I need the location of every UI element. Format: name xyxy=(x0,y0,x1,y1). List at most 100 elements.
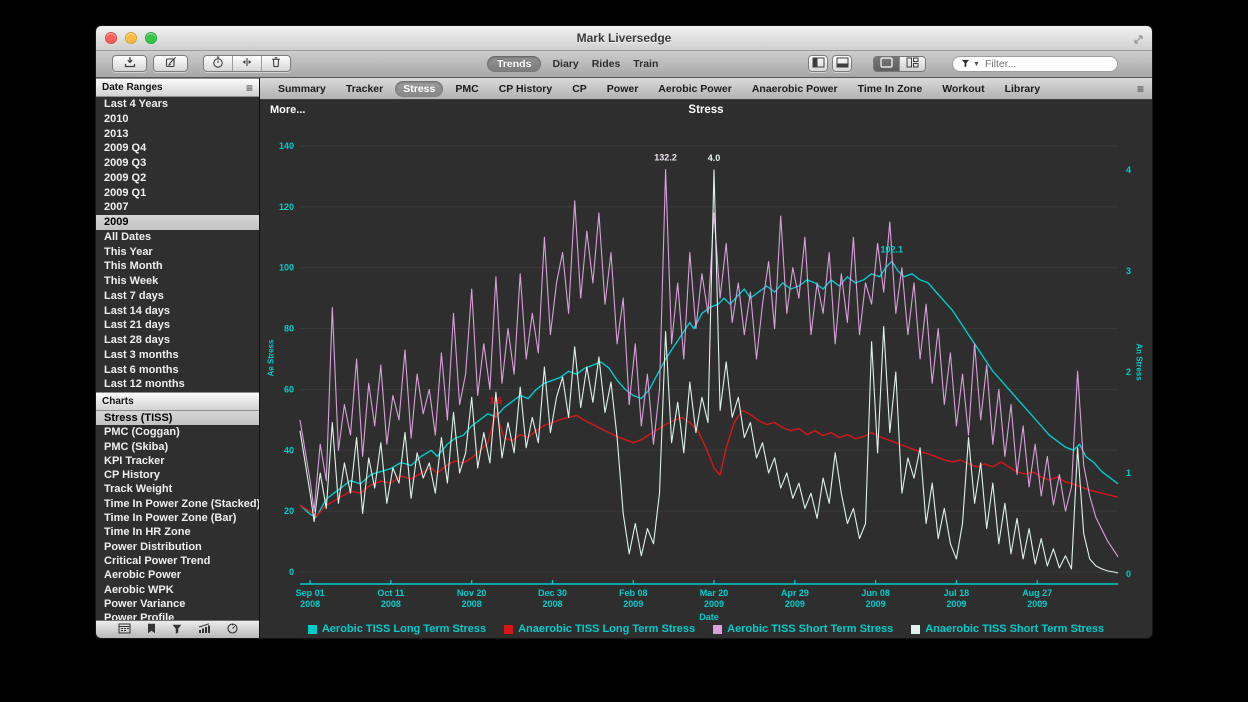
x-axis-tick-label: Nov 202008 xyxy=(457,588,487,609)
trash-icon xyxy=(270,55,282,73)
tab-cp-history[interactable]: CP History xyxy=(491,81,561,97)
tab-aerobic-power[interactable]: Aerobic Power xyxy=(650,81,740,97)
chart-list-item[interactable]: Aerobic Power xyxy=(96,568,259,582)
tab-library[interactable]: Library xyxy=(997,81,1049,97)
date-range-item[interactable]: All Dates xyxy=(96,230,259,245)
activity-tools-group xyxy=(203,55,291,72)
chart-list-item[interactable]: Stress (TISS) xyxy=(96,411,259,425)
date-range-item[interactable]: 2010 xyxy=(96,112,259,127)
lowbar-toggle-button[interactable] xyxy=(832,55,852,72)
tab-time-in-zone[interactable]: Time In Zone xyxy=(850,81,931,97)
split-compare-button[interactable] xyxy=(232,56,261,71)
tab-anaerobic-power[interactable]: Anaerobic Power xyxy=(744,81,846,97)
filter-field[interactable]: ▼ xyxy=(952,56,1118,72)
date-range-item[interactable]: 2013 xyxy=(96,127,259,142)
view-tab-trends[interactable]: Trends xyxy=(487,56,541,72)
calendar-icon[interactable] xyxy=(118,621,131,639)
chart-list-item[interactable]: Critical Power Trend xyxy=(96,554,259,568)
tabbed-view-button[interactable] xyxy=(874,57,899,71)
compose-icon xyxy=(165,55,177,73)
minimize-window-button[interactable] xyxy=(125,32,137,44)
x-axis-tick-label: Aug 272009 xyxy=(1022,588,1052,609)
filter-funnel-icon xyxy=(961,55,970,73)
chart-bars-icon[interactable] xyxy=(198,621,211,639)
peak-value-label: 1.6 xyxy=(490,395,503,405)
date-range-item[interactable]: Last 3 months xyxy=(96,348,259,363)
sidebar-toggle-icon xyxy=(812,55,825,73)
date-range-item[interactable]: Last 7 days xyxy=(96,289,259,304)
left-axis-tick: 60 xyxy=(284,384,294,394)
date-range-item[interactable]: Last 28 days xyxy=(96,333,259,348)
charts-list: Stress (TISS)PMC (Coggan)PMC (Skiba)KPI … xyxy=(96,411,259,620)
dropdown-arrow-icon[interactable]: ▼ xyxy=(973,61,980,68)
right-axis-tick: 4 xyxy=(1126,165,1131,175)
chart-list-item[interactable]: Time In Power Zone (Stacked) xyxy=(96,497,259,511)
peak-value-label: 102.1 xyxy=(881,244,904,254)
chart-list-item[interactable]: Aerobic WPK xyxy=(96,583,259,597)
chart-list-item[interactable]: PMC (Skiba) xyxy=(96,440,259,454)
filter-input[interactable] xyxy=(983,57,1107,71)
chart-list-item[interactable]: Power Distribution xyxy=(96,540,259,554)
date-range-item[interactable]: 2009 Q3 xyxy=(96,156,259,171)
chart-list-item[interactable]: Time In Power Zone (Bar) xyxy=(96,511,259,525)
series-anaerobic-tiss-short-term-stress xyxy=(300,170,1118,573)
gauge-icon[interactable] xyxy=(227,621,238,639)
sidebar-toggle-button[interactable] xyxy=(808,55,828,72)
x-axis-tick-label: Dec 302008 xyxy=(538,588,567,609)
close-window-button[interactable] xyxy=(105,32,117,44)
date-range-item[interactable]: This Week xyxy=(96,274,259,289)
legend: Aerobic TISS Long Term StressAnaerobic T… xyxy=(260,623,1152,635)
trash-button[interactable] xyxy=(261,56,290,71)
date-range-item[interactable]: Last 6 months xyxy=(96,363,259,378)
chart-list-item[interactable]: CP History xyxy=(96,468,259,482)
date-range-item[interactable]: This Year xyxy=(96,245,259,260)
tabbed-view-icon xyxy=(880,56,893,72)
date-range-item[interactable]: 2007 xyxy=(96,200,259,215)
chart-list-item[interactable]: PMC (Coggan) xyxy=(96,425,259,439)
tab-pmc[interactable]: PMC xyxy=(447,81,486,97)
view-tab-rides[interactable]: Rides xyxy=(590,56,623,72)
date-range-item[interactable]: Last 21 days xyxy=(96,318,259,333)
date-range-item[interactable]: Last 12 months xyxy=(96,377,259,392)
chart-list-item[interactable]: Power Variance xyxy=(96,597,259,611)
date-range-item[interactable]: 2009 xyxy=(96,215,259,230)
tab-summary[interactable]: Summary xyxy=(270,81,334,97)
charts-title: Charts xyxy=(102,393,134,411)
chart-list-item[interactable]: KPI Tracker xyxy=(96,454,259,468)
right-axis-tick: 1 xyxy=(1126,468,1131,478)
date-range-item[interactable]: This Month xyxy=(96,259,259,274)
tab-cp[interactable]: CP xyxy=(564,81,595,97)
legend-label: Aerobic TISS Short Term Stress xyxy=(727,623,893,635)
peak-value-label: 132.2 xyxy=(654,153,677,163)
stopwatch-button[interactable] xyxy=(204,56,232,71)
chart-list-item[interactable]: Track Weight xyxy=(96,482,259,496)
menu-icon[interactable]: ≡ xyxy=(1137,84,1144,94)
view-tab-diary[interactable]: Diary xyxy=(550,56,580,72)
menu-icon[interactable]: ≡ xyxy=(246,83,253,93)
date-range-item[interactable]: 2009 Q2 xyxy=(96,171,259,186)
charts-header: Charts xyxy=(96,392,259,411)
tiled-view-button[interactable] xyxy=(899,57,925,71)
tab-stress[interactable]: Stress xyxy=(395,81,443,97)
x-axis-tick-label: Feb 082009 xyxy=(619,588,648,609)
date-range-item[interactable]: Last 14 days xyxy=(96,304,259,319)
date-range-item[interactable]: 2009 Q4 xyxy=(96,141,259,156)
tab-tracker[interactable]: Tracker xyxy=(338,81,391,97)
tab-power[interactable]: Power xyxy=(599,81,647,97)
tab-workout[interactable]: Workout xyxy=(934,81,992,97)
chart-list-item[interactable]: Time In HR Zone xyxy=(96,525,259,539)
date-range-item[interactable]: Last 4 Years xyxy=(96,97,259,112)
titlebar: Mark Liversedge xyxy=(96,26,1152,51)
left-axis-title: Ae Stress xyxy=(267,340,276,377)
view-tab-train[interactable]: Train xyxy=(631,56,660,72)
download-button[interactable] xyxy=(112,55,147,72)
right-axis-tick: 0 xyxy=(1126,569,1131,579)
date-range-item[interactable]: 2009 Q1 xyxy=(96,186,259,201)
x-axis-tick-label: Sep 012008 xyxy=(296,588,325,609)
zoom-window-button[interactable] xyxy=(145,32,157,44)
filter-funnel-icon[interactable] xyxy=(172,621,182,639)
bookmark-icon[interactable] xyxy=(147,621,156,639)
compose-button[interactable] xyxy=(153,55,188,72)
chart-list-item[interactable]: Power Profile xyxy=(96,611,259,620)
window-resize-icon[interactable] xyxy=(1133,32,1144,50)
